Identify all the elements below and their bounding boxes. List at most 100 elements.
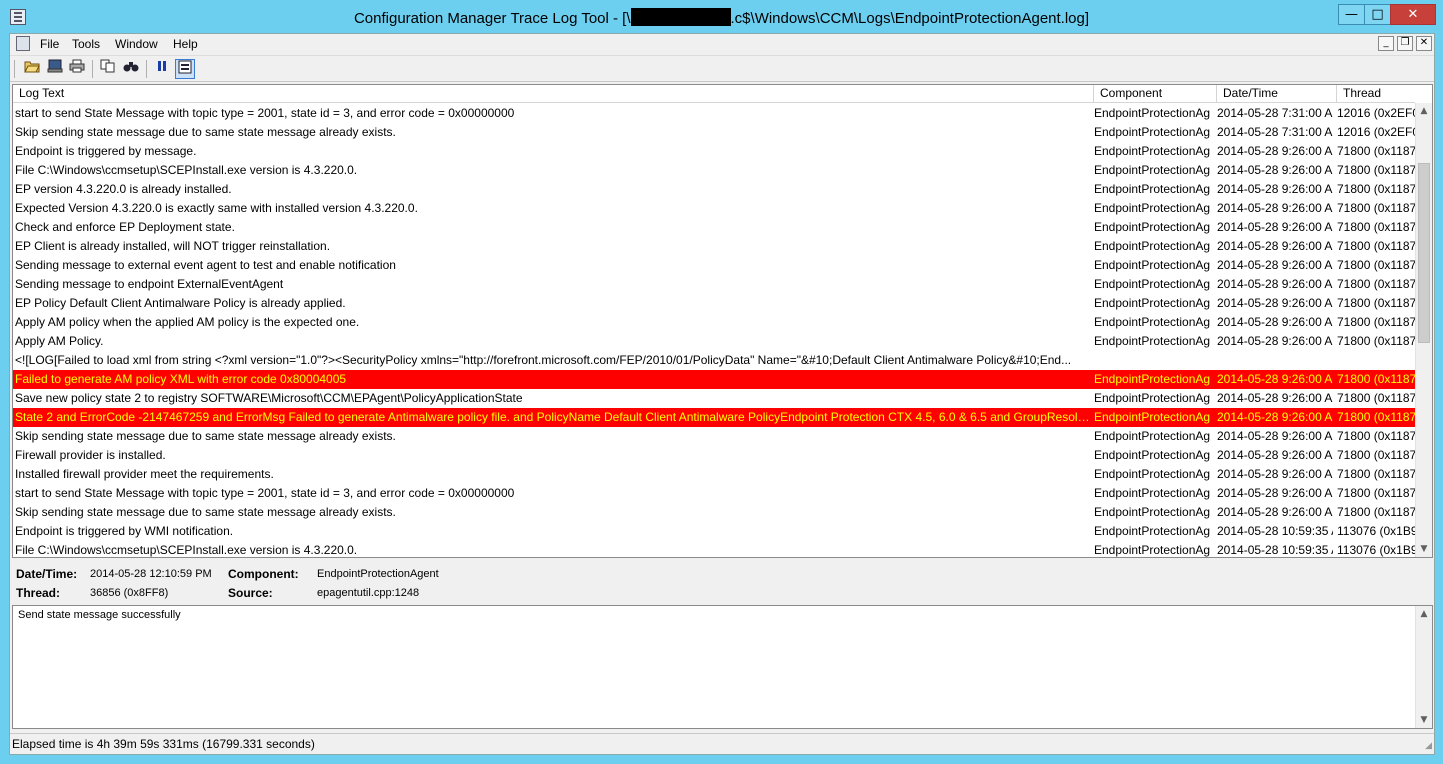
log-row[interactable]: Skip sending state message due to same s… — [13, 123, 1415, 142]
log-row[interactable]: Check and enforce EP Deployment state. En… — [13, 218, 1415, 237]
component-cell: EndpointProtectionAg — [1094, 201, 1211, 215]
print-icon[interactable] — [67, 59, 87, 79]
log-text-cell: Firewall provider is installed. — [15, 448, 166, 462]
title-bar[interactable]: Configuration Manager Trace Log Tool - [… — [0, 0, 1443, 33]
toolbar-separator — [146, 60, 147, 78]
details-panel: Date/Time: 2014-05-28 12:10:59 PM Compon… — [12, 560, 1433, 604]
copy-icon[interactable] — [98, 59, 118, 79]
log-text-cell: start to send State Message with topic t… — [15, 106, 515, 120]
datetime-cell: 2014-05-28 10:59:35 AM — [1217, 524, 1333, 538]
menu-window[interactable]: Window — [115, 37, 158, 51]
log-text-cell: EP Client is already installed, will NOT… — [15, 239, 331, 253]
print-preview-icon[interactable] — [45, 59, 65, 79]
log-row[interactable]: Firewall provider is installed. EndpointP… — [13, 446, 1415, 465]
minimize-button[interactable]: — — [1338, 4, 1365, 25]
highlight-icon[interactable] — [175, 59, 195, 79]
component-cell: EndpointProtectionAg — [1094, 106, 1211, 120]
log-row[interactable]: Apply AM Policy. EndpointProtectionAg 2014… — [13, 332, 1415, 351]
mdi-minimize-button[interactable]: _ — [1378, 36, 1394, 51]
log-row[interactable]: start to send State Message with topic t… — [13, 104, 1415, 123]
maximize-button[interactable]: □ — [1364, 4, 1391, 25]
mdi-close-button[interactable]: ✕ — [1416, 36, 1432, 51]
component-cell: EndpointProtectionAg — [1094, 410, 1211, 424]
log-row[interactable]: Skip sending state message due to same s… — [13, 427, 1415, 446]
thread-cell: 71800 (0x11878) — [1337, 201, 1415, 215]
log-row[interactable]: EP version 4.3.220.0 is already installe… — [13, 180, 1415, 199]
document-icon[interactable] — [16, 36, 30, 51]
log-row[interactable]: Save new policy state 2 to registry SOFT… — [13, 389, 1415, 408]
thread-cell: 71800 (0x11878) — [1337, 505, 1415, 519]
scroll-up-icon[interactable]: ▲ — [1416, 103, 1432, 119]
thread-cell: 71800 (0x11878) — [1337, 220, 1415, 234]
log-row[interactable]: start to send State Message with topic t… — [13, 484, 1415, 503]
mdi-restore-button[interactable]: ❐ — [1397, 36, 1413, 51]
log-row[interactable]: File C:\Windows\ccmsetup\SCEPInstall.exe… — [13, 161, 1415, 180]
component-cell: EndpointProtectionAg — [1094, 258, 1211, 272]
close-button[interactable]: ✕ — [1390, 4, 1436, 25]
datetime-cell: 2014-05-28 9:26:00 AM — [1217, 410, 1333, 424]
datetime-cell: 2014-05-28 9:26:00 AM — [1217, 144, 1333, 158]
log-row[interactable]: Sending message to external event agent … — [13, 256, 1415, 275]
datetime-cell: 2014-05-28 9:26:00 AM — [1217, 277, 1333, 291]
column-component[interactable]: Component — [1094, 85, 1217, 103]
log-scrollbar[interactable]: ▲ ▼ — [1415, 103, 1432, 557]
log-row[interactable]: Sending message to endpoint ExternalEven… — [13, 275, 1415, 294]
log-text-cell: Check and enforce EP Deployment state. — [15, 220, 235, 234]
log-row-error[interactable]: State 2 and ErrorCode -2147467259 and Er… — [13, 408, 1415, 427]
menu-tools[interactable]: Tools — [72, 37, 100, 51]
component-cell: EndpointProtectionAg — [1094, 505, 1211, 519]
menu-help[interactable]: Help — [173, 37, 198, 51]
thread-cell: 71800 (0x11878) — [1337, 144, 1415, 158]
log-text-cell: File C:\Windows\ccmsetup\SCEPInstall.exe… — [15, 543, 358, 557]
log-list[interactable]: Log Text Component Date/Time Thread star… — [12, 84, 1433, 558]
column-thread[interactable]: Thread — [1337, 85, 1415, 103]
thread-cell: 71800 (0x11878) — [1337, 391, 1415, 405]
log-text-cell: Save new policy state 2 to registry SOFT… — [15, 391, 523, 405]
thread-cell: 12016 (0x2EF0) — [1337, 125, 1415, 139]
scroll-down-icon[interactable]: ▼ — [1416, 712, 1432, 728]
message-scrollbar[interactable]: ▲ ▼ — [1415, 606, 1432, 728]
log-row[interactable]: File C:\Windows\ccmsetup\SCEPInstall.exe… — [13, 541, 1415, 557]
menu-bar: File Tools Window Help _ ❐ ✕ — [10, 34, 1434, 54]
find-icon[interactable] — [121, 59, 141, 79]
folder-open-icon[interactable] — [22, 59, 42, 79]
window-title-suffix: .c$\Windows\CCM\Logs\EndpointProtectionA… — [730, 10, 1090, 27]
log-row[interactable]: Installed firewall provider meet the req… — [13, 465, 1415, 484]
log-row[interactable]: EP Policy Default Client Antimalware Pol… — [13, 294, 1415, 313]
log-row[interactable]: Endpoint is triggered by WMI notificatio… — [13, 522, 1415, 541]
component-cell: EndpointProtectionAg — [1094, 163, 1211, 177]
source-label: Source: — [228, 586, 273, 600]
column-datetime[interactable]: Date/Time — [1217, 85, 1337, 103]
log-row[interactable]: Expected Version 4.3.220.0 is exactly sa… — [13, 199, 1415, 218]
datetime-cell: 2014-05-28 9:26:00 AM — [1217, 429, 1333, 443]
log-text-cell: EP version 4.3.220.0 is already installe… — [15, 182, 232, 196]
app-window: Configuration Manager Trace Log Tool - [… — [0, 0, 1443, 764]
datetime-cell: 2014-05-28 9:26:00 AM — [1217, 258, 1333, 272]
log-row-error[interactable]: Failed to generate AM policy XML with er… — [13, 370, 1415, 389]
component-cell — [1094, 351, 1212, 370]
scroll-thumb[interactable] — [1418, 163, 1430, 343]
log-row[interactable]: EP Client is already installed, will NOT… — [13, 237, 1415, 256]
resize-grip-icon[interactable]: ◢ — [1420, 740, 1432, 752]
thread-cell: 71800 (0x11878) — [1337, 258, 1415, 272]
column-log-text[interactable]: Log Text — [13, 85, 1094, 103]
log-row[interactable]: Endpoint is triggered by message. Endpoin… — [13, 142, 1415, 161]
elapsed-time-status: Elapsed time is 4h 39m 59s 331ms (16799.… — [12, 737, 315, 751]
thread-cell: 71800 (0x11878) — [1337, 315, 1415, 329]
scroll-down-icon[interactable]: ▼ — [1416, 541, 1432, 557]
component-label: Component: — [228, 567, 299, 581]
component-cell: EndpointProtectionAg — [1094, 144, 1211, 158]
message-text-box[interactable]: Send state message successfully ▲ ▼ — [12, 605, 1433, 729]
thread-cell: 71800 (0x11878) — [1337, 296, 1415, 310]
log-row[interactable]: <![LOG[Failed to load xml from string <?… — [13, 351, 1415, 370]
scroll-up-icon[interactable]: ▲ — [1416, 606, 1432, 622]
log-text-cell: Apply AM Policy. — [15, 334, 104, 348]
thread-cell: 71800 (0x11878) — [1337, 334, 1415, 348]
thread-cell: 71800 (0x11878) — [1337, 163, 1415, 177]
log-row[interactable]: Apply AM policy when the applied AM poli… — [13, 313, 1415, 332]
menu-file[interactable]: File — [40, 37, 59, 51]
pause-icon[interactable] — [152, 59, 172, 79]
log-row[interactable]: Skip sending state message due to same s… — [13, 503, 1415, 522]
thread-cell: 71800 (0x11878) — [1337, 372, 1415, 386]
thread-cell: 71800 (0x11878) — [1337, 277, 1415, 291]
